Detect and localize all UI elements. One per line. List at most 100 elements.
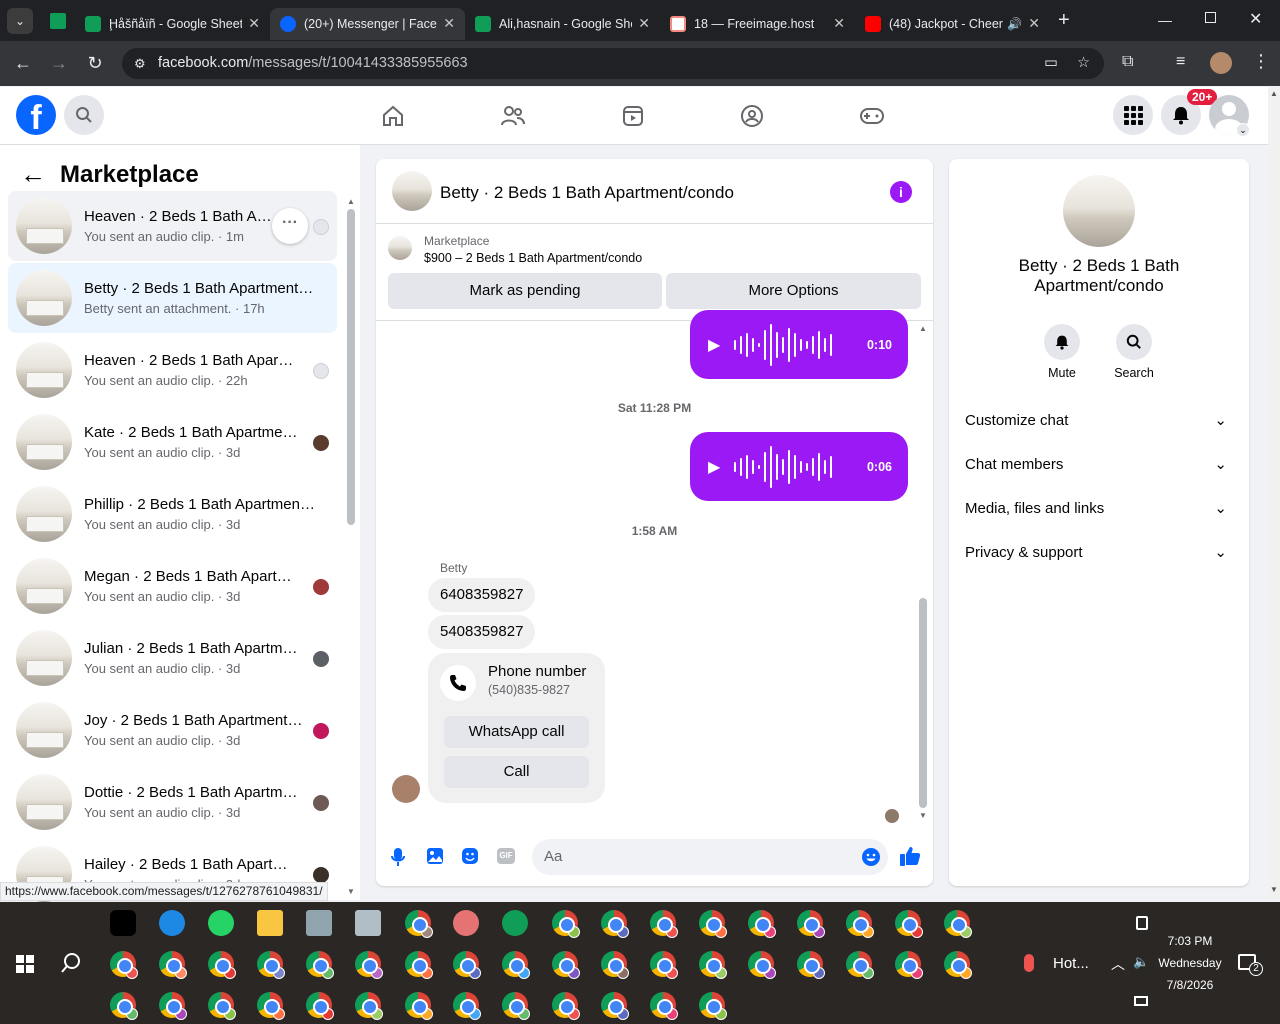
mute-action[interactable]: Mute xyxy=(1026,324,1098,380)
tab-3[interactable]: 18 — Freeimage.host ✕ xyxy=(660,8,855,40)
chrome-icon[interactable] xyxy=(355,951,383,979)
close-tab-icon[interactable]: ✕ xyxy=(833,15,845,32)
microphone-icon[interactable] xyxy=(390,847,406,872)
chrome-icon[interactable] xyxy=(453,951,481,979)
chrome-icon[interactable] xyxy=(895,951,923,979)
tiktok-icon[interactable] xyxy=(110,910,136,936)
new-tab-button[interactable]: + xyxy=(1058,9,1070,32)
nav-watch[interactable] xyxy=(616,99,650,133)
list-item[interactable]: Dottie · 2 Beds 1 Bath Apartment/condo Yo… xyxy=(8,767,337,837)
chrome-icon[interactable] xyxy=(650,910,678,938)
paint-icon[interactable] xyxy=(453,910,479,936)
chrome-icon[interactable] xyxy=(650,951,678,979)
play-icon[interactable]: ▶ xyxy=(708,457,720,477)
volume-icon[interactable]: 🔈 xyxy=(1133,954,1149,970)
emoji-icon[interactable] xyxy=(861,847,881,872)
chrome-icon[interactable] xyxy=(405,951,433,979)
chrome-icon[interactable] xyxy=(208,992,236,1020)
nav-home[interactable] xyxy=(376,99,410,133)
privacy-support-section[interactable]: Privacy & support ⌄ xyxy=(965,532,1233,572)
chrome-icon[interactable] xyxy=(110,951,138,979)
whatsapp-call-button[interactable]: WhatsApp call xyxy=(444,716,589,748)
media-files-section[interactable]: Media, files and links ⌄ xyxy=(965,488,1233,528)
pinned-listing[interactable]: $900 – 2 Beds 1 Bath Apartment/condo xyxy=(424,251,642,265)
chrome-icon[interactable] xyxy=(355,992,383,1020)
more-options-button[interactable]: More Options xyxy=(666,273,921,309)
close-tab-icon[interactable]: ✕ xyxy=(443,15,455,32)
nav-gaming[interactable] xyxy=(855,99,889,133)
back-arrow-icon[interactable]: ← xyxy=(20,159,46,190)
nav-groups[interactable] xyxy=(735,99,769,133)
scroll-down-icon[interactable]: ▼ xyxy=(1270,885,1278,894)
scroll-up-icon[interactable]: ▲ xyxy=(919,324,927,333)
tab-4[interactable]: (48) Jackpot - Cheers 🔊 ✕ xyxy=(855,8,1050,40)
chrome-icon[interactable] xyxy=(699,951,727,979)
chat-scrollbar[interactable] xyxy=(919,598,927,808)
chrome-icon[interactable] xyxy=(257,992,285,1020)
tab-search-button[interactable]: ⌄ xyxy=(7,7,33,34)
back-icon[interactable]: ← xyxy=(5,53,41,74)
list-item[interactable]: Julian · 2 Beds 1 Bath Apartment/condo Yo… xyxy=(8,623,337,693)
chrome-icon[interactable] xyxy=(650,992,678,1020)
call-button[interactable]: Call xyxy=(444,756,589,788)
chrome-icon[interactable] xyxy=(895,910,923,938)
taskbar-app-icon[interactable] xyxy=(1136,916,1148,930)
menu-button[interactable] xyxy=(1113,95,1153,135)
edge-icon[interactable] xyxy=(502,910,528,936)
scroll-up-icon[interactable]: ▲ xyxy=(347,197,355,206)
message-bubble[interactable]: 6408359827 xyxy=(428,578,536,612)
bookmark-star-icon[interactable]: ☆ xyxy=(1077,48,1090,79)
list-item[interactable]: Kate · 2 Beds 1 Bath Apartment/condo You … xyxy=(8,407,337,477)
forward-icon[interactable]: → xyxy=(41,53,77,74)
list-item[interactable]: Betty · 2 Beds 1 Bath Apartment/condo Bet… xyxy=(8,263,337,333)
list-item[interactable]: Heaven · 2 Beds 1 Bath Apartment/condoYo… xyxy=(8,335,337,405)
chrome-icon[interactable] xyxy=(797,910,825,938)
list-item[interactable]: Phillip · 2 Beds 1 Bath Apartment/condo Y… xyxy=(8,479,337,549)
chrome-icon[interactable] xyxy=(405,910,433,938)
chrome-icon[interactable] xyxy=(552,992,580,1020)
chrome-icon[interactable] xyxy=(699,992,727,1020)
site-info-icon[interactable]: ⚙ xyxy=(134,48,146,79)
weather-text[interactable]: Hot... xyxy=(1053,955,1089,972)
app-icon[interactable] xyxy=(306,910,332,936)
media-control-icon[interactable]: ≡ xyxy=(1176,53,1185,71)
browser-menu-icon[interactable]: ⋮ xyxy=(1252,51,1270,72)
chrome-icon[interactable] xyxy=(944,910,972,938)
nav-friends[interactable] xyxy=(496,99,530,133)
tab-2[interactable]: Ali,hasnain - Google Sheets ✕ xyxy=(465,8,660,40)
search-button[interactable] xyxy=(64,95,104,135)
list-item[interactable]: Megan · 2 Beds 1 Bath Apartment/condo You… xyxy=(8,551,337,621)
scroll-up-icon[interactable]: ▲ xyxy=(1270,89,1278,98)
file-explorer-icon[interactable] xyxy=(257,910,283,936)
customize-chat-section[interactable]: Customize chat ⌄ xyxy=(965,400,1233,440)
info-button[interactable]: i xyxy=(890,181,912,203)
chrome-icon[interactable] xyxy=(748,951,776,979)
taskbar-search-icon[interactable] xyxy=(60,952,82,979)
chrome-icon[interactable] xyxy=(159,992,187,1020)
chrome-icon[interactable] xyxy=(502,992,530,1020)
chrome-icon[interactable] xyxy=(552,910,580,938)
close-tab-icon[interactable]: ✕ xyxy=(638,15,650,32)
show-hidden-icons[interactable]: ︿ xyxy=(1111,954,1125,974)
chat-title[interactable]: Betty · 2 Beds 1 Bath Apartment/condo xyxy=(440,183,734,203)
chrome-icon[interactable] xyxy=(944,951,972,979)
more-options-button[interactable]: ··· xyxy=(272,208,308,244)
weather-icon[interactable] xyxy=(1024,954,1034,972)
chrome-icon[interactable] xyxy=(502,951,530,979)
list-item[interactable]: Heaven · 2 Beds 1 Bath Apartment/condoYo… xyxy=(8,191,337,261)
chrome-icon[interactable] xyxy=(306,951,334,979)
close-window-button[interactable]: ✕ xyxy=(1249,9,1262,29)
close-tab-icon[interactable]: ✕ xyxy=(248,15,260,32)
page-scrollbar[interactable]: ▲ ▼ xyxy=(1268,87,1280,900)
chrome-icon[interactable] xyxy=(306,992,334,1020)
pinned-tab[interactable] xyxy=(41,8,75,34)
list-scrollbar[interactable] xyxy=(347,209,355,525)
chrome-icon[interactable] xyxy=(601,992,629,1020)
chrome-icon[interactable] xyxy=(257,951,285,979)
chrome-icon[interactable] xyxy=(601,910,629,938)
tab-1[interactable]: (20+) Messenger | Facebook ✕ xyxy=(270,7,465,40)
photo-icon[interactable] xyxy=(426,847,444,870)
speaker-icon[interactable]: 🔊 xyxy=(1007,17,1022,31)
profile-avatar[interactable] xyxy=(1210,52,1232,74)
restore-button[interactable] xyxy=(1205,12,1216,23)
